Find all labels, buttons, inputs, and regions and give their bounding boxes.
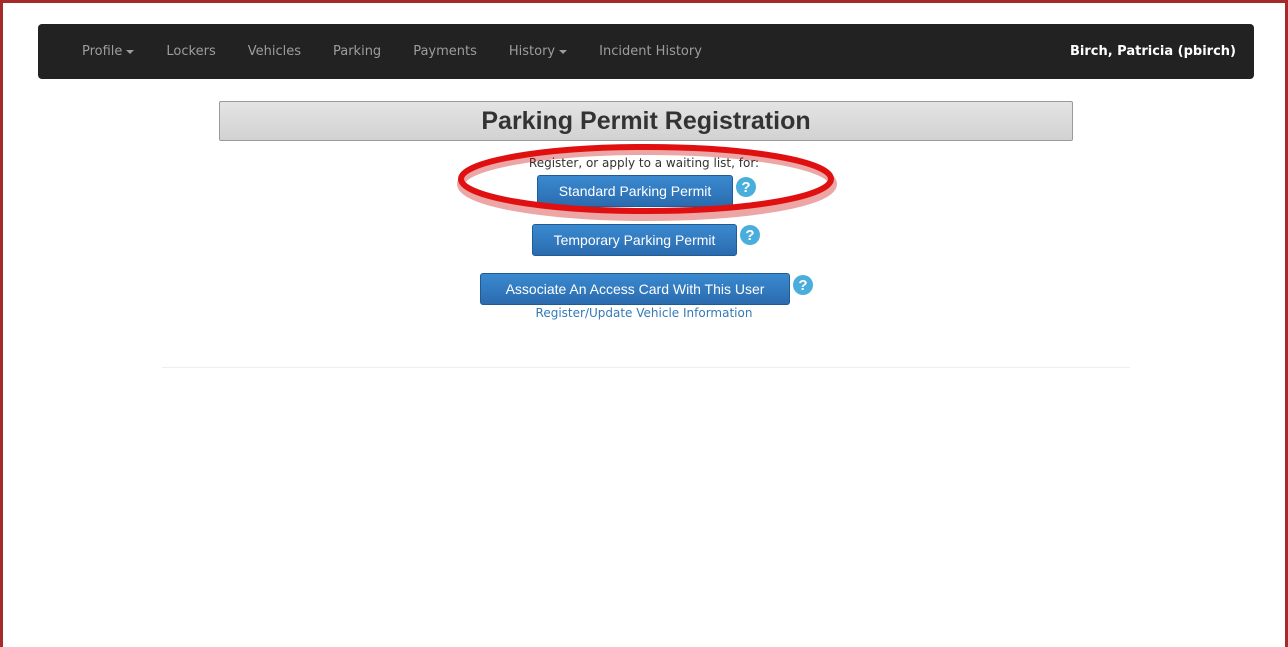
instructions-text: Register, or apply to a waiting list, fo… xyxy=(528,156,760,170)
nav-payments[interactable]: Payments xyxy=(413,44,477,59)
associate-access-card-button[interactable]: Associate An Access Card With This User xyxy=(480,273,790,305)
nav-profile-label: Profile xyxy=(82,44,123,59)
associate-access-card-label: Associate An Access Card With This User xyxy=(505,281,765,297)
standard-permit-label: Standard Parking Permit xyxy=(558,183,712,199)
nav-incident-history[interactable]: Incident History xyxy=(599,44,702,59)
question-circle-icon[interactable]: ? xyxy=(740,225,760,245)
nav-incident-history-label: Incident History xyxy=(599,44,702,59)
help-glyph: ? xyxy=(745,226,755,244)
window-frame xyxy=(0,0,1288,647)
nav-history[interactable]: History xyxy=(508,44,568,59)
temporary-permit-label: Temporary Parking Permit xyxy=(553,232,716,248)
user-name: Birch, Patricia (pbirch) xyxy=(1069,44,1236,59)
nav-history-label: History xyxy=(508,44,556,59)
register-vehicle-link-label: Register/Update Vehicle Information xyxy=(535,306,753,320)
nav-parking[interactable]: Parking xyxy=(333,44,381,59)
nav-lockers-label: Lockers xyxy=(166,44,216,59)
nav-vehicles-label: Vehicles xyxy=(247,44,301,59)
nav-payments-label: Payments xyxy=(413,44,477,59)
red-highlight-ellipse xyxy=(457,144,837,221)
nav-lockers[interactable]: Lockers xyxy=(166,44,215,59)
user-name-menu[interactable]: Birch, Patricia (pbirch) xyxy=(1070,24,1236,79)
caret-down-icon xyxy=(126,49,135,54)
temporary-permit-button[interactable]: Temporary Parking Permit xyxy=(532,224,737,256)
nav-vehicles[interactable]: Vehicles xyxy=(248,44,301,59)
question-circle-icon[interactable]: ? xyxy=(793,275,813,295)
section-divider xyxy=(162,367,1130,368)
page-title-box: Parking Permit Registration xyxy=(219,101,1073,141)
caret-down-icon xyxy=(559,49,568,54)
register-vehicle-link[interactable]: Register/Update Vehicle Information xyxy=(0,306,1288,320)
standard-permit-button[interactable]: Standard Parking Permit xyxy=(537,175,733,207)
help-glyph: ? xyxy=(741,178,751,196)
question-circle-icon[interactable]: ? xyxy=(736,177,756,197)
nav-parking-label: Parking xyxy=(332,44,382,59)
top-navbar: Profile Lockers Vehicles Parking Payment… xyxy=(38,24,1254,79)
nav-profile[interactable]: Profile xyxy=(82,44,135,59)
page-title: Parking Permit Registration xyxy=(481,106,811,135)
help-glyph: ? xyxy=(798,276,808,294)
